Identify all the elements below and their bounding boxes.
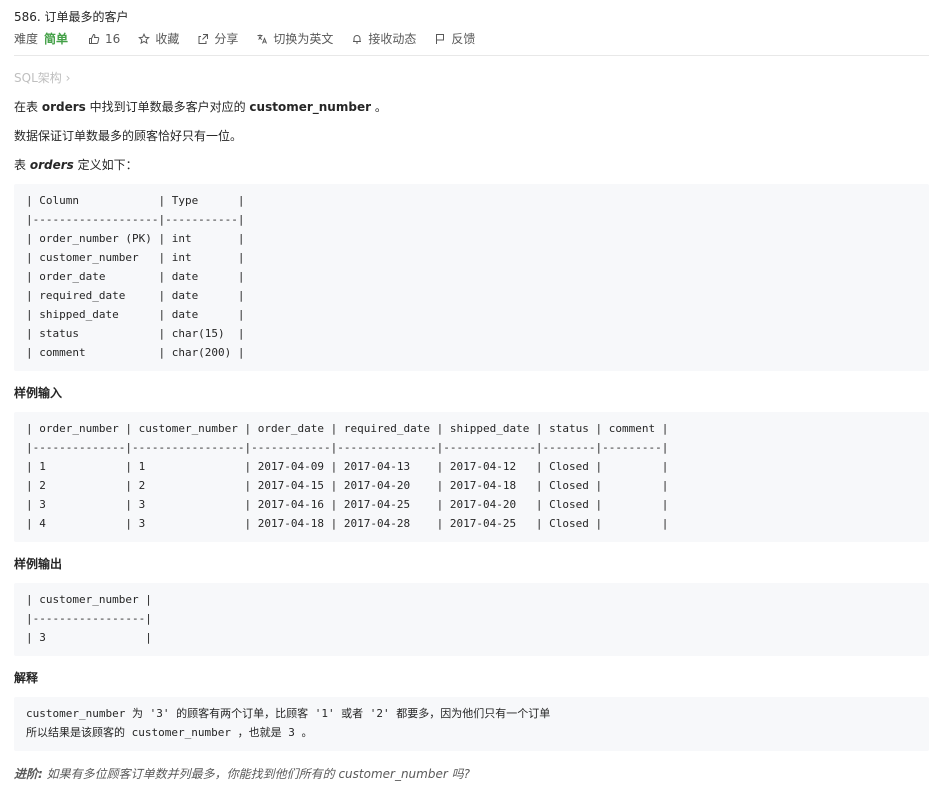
header-divider [14, 55, 929, 56]
explanation-heading: 解释 [14, 671, 39, 685]
favorite-button[interactable]: 收藏 [138, 30, 179, 47]
sample-input-heading: 样例输入 [14, 386, 63, 400]
breadcrumb-sql-category[interactable]: SQL架构 › [14, 69, 70, 86]
desc-table-name: orders [41, 100, 86, 114]
subscribe-button[interactable]: 接收动态 [351, 30, 416, 47]
share-button[interactable]: 分享 [197, 30, 238, 47]
def-suffix: 定义如下： [73, 158, 138, 172]
favorite-label: 收藏 [155, 32, 180, 46]
share-label: 分享 [214, 32, 239, 46]
translate-icon [257, 34, 268, 44]
bell-icon [353, 34, 362, 43]
desc-suffix: 。 [371, 100, 387, 114]
table-definition-intro: 表 orders 定义如下： [14, 156, 138, 173]
sample-output-code-block: | customer_number | |-----------------| … [14, 583, 929, 656]
difficulty-badge: 简单 [44, 32, 69, 46]
advanced-label: 进阶: [14, 767, 43, 781]
share-icon [198, 33, 209, 44]
desc-middle: 中找到订单数最多客户对应的 [85, 100, 250, 114]
problem-meta-bar: 难度 简单 16 收藏 分享 切换为英文 接收动态 反馈 [14, 30, 493, 47]
guarantee-text: 数据保证订单数最多的顾客恰好只有一位。 [14, 129, 243, 143]
feedback-label: 反馈 [451, 32, 476, 46]
feedback-button[interactable]: 反馈 [434, 30, 475, 47]
problem-title: 586. 订单最多的客户 [14, 10, 129, 24]
like-count: 16 [105, 31, 121, 46]
advanced-note: 进阶: 如果有多位顾客订单数并列最多，你能找到他们所有的 customer_nu… [14, 765, 470, 782]
desc-prefix: 在表 [14, 100, 42, 114]
schema-code-block: | Column | Type | |-------------------|-… [14, 184, 929, 371]
sample-output-heading: 样例输出 [14, 557, 63, 571]
like-button[interactable]: 16 [88, 32, 120, 46]
star-icon [138, 32, 151, 44]
def-table-name: orders [29, 158, 74, 172]
problem-page: 586. 订单最多的客户 难度 简单 16 收藏 分享 切换为英文 接收动态 反… [0, 0, 929, 789]
thumb-up-icon [89, 33, 100, 44]
flag-icon [436, 33, 445, 44]
problem-description: 在表 orders 中找到订单数最多客户对应的 customer_number … [14, 98, 387, 115]
difficulty-label: 难度 [14, 32, 39, 46]
switch-language-label: 切换为英文 [273, 32, 334, 46]
switch-language-button[interactable]: 切换为英文 [256, 30, 333, 47]
advanced-text: 如果有多位顾客订单数并列最多，你能找到他们所有的 customer_number… [42, 767, 470, 781]
subscribe-label: 接收动态 [368, 32, 417, 46]
desc-field-name: customer_number [249, 100, 371, 114]
explanation-code-block: customer_number 为 '3' 的顾客有两个订单，比顾客 '1' 或… [14, 697, 929, 751]
sample-input-code-block: | order_number | customer_number | order… [14, 412, 929, 542]
def-prefix: 表 [14, 158, 30, 172]
